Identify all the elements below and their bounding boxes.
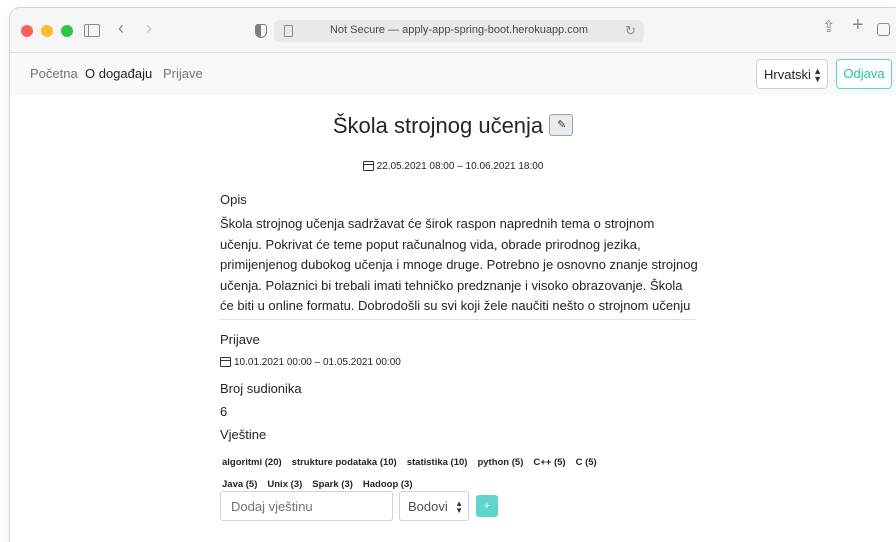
skill-badge: C (5) xyxy=(575,457,597,468)
add-skill-button[interactable]: + xyxy=(476,495,498,517)
pencil-icon: ✎ xyxy=(557,119,567,131)
points-select-value: Bodovi xyxy=(408,499,448,514)
forward-icon[interactable]: › xyxy=(146,19,152,37)
app-navbar: Početna O događaju Prijave Hrvatski ▲ ▼ O… xyxy=(10,53,896,95)
calendar-icon xyxy=(220,357,231,367)
event-details: Škola strojnog učenja ✎ 22.05.2021 08:00 … xyxy=(10,95,896,542)
event-dates-text: 22.05.2021 08:00 – 10.06.2021 18:00 xyxy=(376,161,544,172)
event-description: Škola strojnog učenja sadržavat će širok… xyxy=(220,216,698,313)
skill-badge: Spark (3) xyxy=(312,479,353,490)
event-dates: 22.05.2021 08:00 – 10.06.2021 18:00 xyxy=(10,161,896,172)
share-icon[interactable]: ⇪ xyxy=(822,20,835,36)
applications-label: Prijave xyxy=(220,332,260,347)
event-title: Škola strojnog učenja xyxy=(332,113,544,138)
close-window-button[interactable] xyxy=(21,25,33,37)
language-select[interactable]: Hrvatski ▲ ▼ xyxy=(756,59,828,89)
minimize-window-button[interactable] xyxy=(41,25,53,37)
url-text: Not Secure — apply-app-spring-boot.herok… xyxy=(329,24,589,36)
nav-applications[interactable]: Prijave xyxy=(163,66,203,81)
reload-icon[interactable]: ↻ xyxy=(625,23,636,39)
skill-badge: Unix (3) xyxy=(267,479,303,490)
browser-toolbar: ‹ › Not Secure — apply-app-spring-boot.h… xyxy=(10,8,896,53)
tab-overview-icon[interactable] xyxy=(877,23,890,36)
browser-window: ‹ › Not Secure — apply-app-spring-boot.h… xyxy=(10,8,896,542)
edit-button[interactable]: ✎ xyxy=(549,114,574,136)
description-label: Opis xyxy=(220,192,247,207)
title-row: Škola strojnog učenja ✎ xyxy=(10,113,896,139)
skill-badge: C++ (5) xyxy=(533,457,566,468)
skill-input[interactable]: Dodaj vještinu xyxy=(220,491,393,521)
calendar-icon xyxy=(362,161,374,171)
select-arrows-icon: ▲ ▼ xyxy=(455,499,463,515)
new-tab-icon[interactable]: + xyxy=(852,15,864,35)
skill-badge: statistika (10) xyxy=(406,457,468,468)
skills-list: algoritmi (20) strukture podataka (10) sta… xyxy=(222,452,702,496)
skill-badge: strukture podataka (10) xyxy=(291,457,397,468)
participants-value: 6 xyxy=(220,404,228,419)
participants-label: Broj sudionika xyxy=(220,381,302,396)
applications-dates-text: 10.01.2021 00:00 – 01.05.2021 00:00 xyxy=(234,357,401,368)
skill-badge: algoritmi (20) xyxy=(222,457,282,468)
skill-badge: python (5) xyxy=(477,457,524,468)
address-bar[interactable]: Not Secure — apply-app-spring-boot.herok… xyxy=(274,20,644,42)
skill-badge: Hadoop (3) xyxy=(362,479,413,490)
sidebar-icon[interactable] xyxy=(84,24,100,37)
applications-dates: 10.01.2021 00:00 – 01.05.2021 00:00 xyxy=(220,357,401,368)
privacy-shield-icon[interactable] xyxy=(255,24,267,38)
divider xyxy=(220,319,696,320)
language-select-value: Hrvatski xyxy=(764,67,811,82)
points-select[interactable]: Bodovi ▲ ▼ xyxy=(399,491,469,521)
select-arrows-icon: ▲ ▼ xyxy=(813,66,822,84)
nav-home[interactable]: Početna xyxy=(30,66,78,81)
logout-button[interactable]: Odjava xyxy=(836,59,892,89)
zoom-window-button[interactable] xyxy=(61,25,73,37)
skill-badge: Java (5) xyxy=(222,479,258,490)
skills-label: Vještine xyxy=(220,427,267,442)
nav-about-event[interactable]: O događaju xyxy=(85,66,152,81)
back-icon[interactable]: ‹ xyxy=(118,19,124,37)
